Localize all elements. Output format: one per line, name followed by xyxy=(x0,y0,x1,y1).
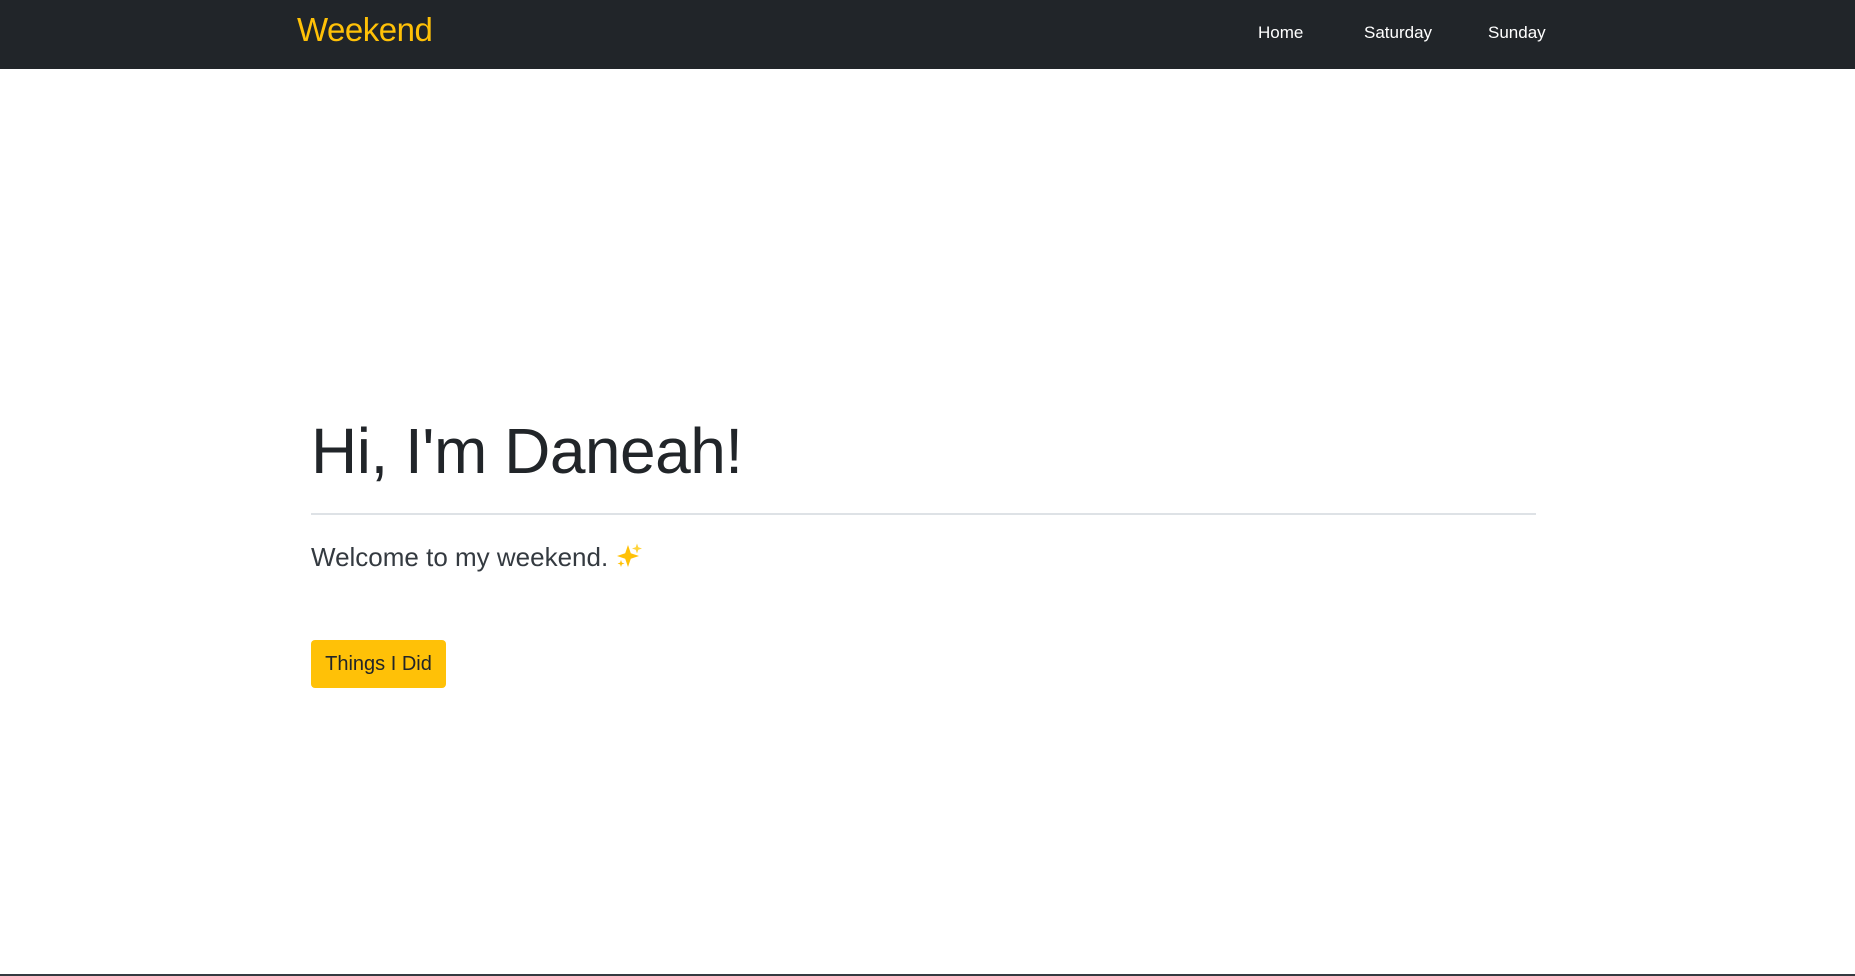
hero-lead-text: Welcome to my weekend. xyxy=(311,542,609,572)
hero-divider xyxy=(311,513,1536,515)
nav-link-home[interactable]: Home xyxy=(1258,22,1303,44)
brand-logo-link[interactable]: Weekend xyxy=(297,10,433,50)
hero-title: Hi, I'm Daneah! xyxy=(311,415,743,487)
nav-link-sunday[interactable]: Sunday xyxy=(1488,22,1546,44)
top-navbar: Weekend Home Saturday Sunday xyxy=(0,0,1855,69)
sparkles-icon xyxy=(616,543,643,578)
hero-lead-paragraph: Welcome to my weekend. xyxy=(311,540,643,578)
things-i-did-button[interactable]: Things I Did xyxy=(311,640,446,688)
nav-link-saturday[interactable]: Saturday xyxy=(1364,22,1432,44)
